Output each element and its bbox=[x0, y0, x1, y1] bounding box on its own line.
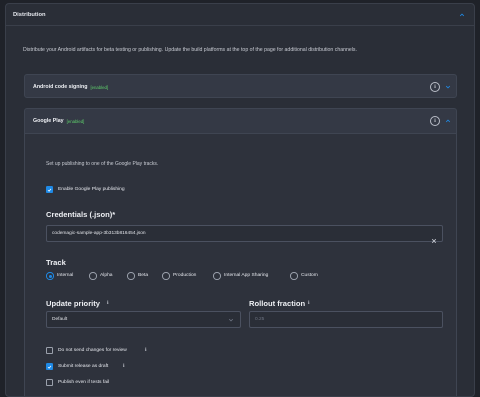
info-icon[interactable]: i bbox=[107, 300, 109, 306]
rollout-fraction-label: Rollout fraction bbox=[249, 299, 306, 308]
google-play-body: Set up publishing to one of the Google P… bbox=[25, 133, 456, 396]
status-badge: [enabled] bbox=[66, 118, 85, 124]
submit-as-draft-checkbox[interactable] bbox=[46, 363, 53, 370]
track-radio-custom[interactable] bbox=[290, 272, 298, 280]
credentials-file-value: codemagic-sample-app-3b313b816454.json bbox=[52, 231, 146, 236]
android-code-signing-header[interactable]: Android code signing [enabled] i bbox=[25, 75, 456, 99]
chevron-down-icon[interactable] bbox=[445, 84, 451, 90]
track-radio-production[interactable] bbox=[162, 272, 170, 280]
track-radio-internal[interactable] bbox=[46, 272, 54, 280]
chevron-up-icon[interactable] bbox=[445, 118, 451, 124]
rollout-fraction-placeholder: 0.25 bbox=[255, 317, 265, 322]
status-badge: [enabled] bbox=[90, 84, 109, 90]
google-play-section: Google Play [enabled] i Set up publishin… bbox=[24, 108, 457, 396]
publish-if-tests-fail-checkbox[interactable] bbox=[46, 379, 53, 386]
check-icon bbox=[47, 365, 52, 369]
android-code-signing-section: Android code signing [enabled] i bbox=[24, 74, 457, 98]
track-option-custom: Custom bbox=[301, 273, 318, 278]
info-icon[interactable]: i bbox=[430, 82, 440, 92]
track-option-internal-app-sharing: Internal App Sharing bbox=[224, 273, 269, 278]
do-not-send-changes-checkbox[interactable] bbox=[46, 347, 53, 354]
info-icon[interactable]: i bbox=[145, 347, 147, 353]
google-play-title: Google Play bbox=[33, 118, 64, 124]
track-option-internal: Internal bbox=[57, 273, 74, 278]
track-radio-alpha[interactable] bbox=[89, 272, 97, 280]
credentials-file-field[interactable]: codemagic-sample-app-3b313b816454.json bbox=[46, 225, 443, 244]
distribution-title: Distribution bbox=[13, 11, 46, 18]
track-label: Track bbox=[46, 258, 66, 267]
track-radio-beta[interactable] bbox=[127, 272, 135, 280]
check-icon bbox=[47, 188, 52, 192]
chevron-up-icon[interactable] bbox=[459, 12, 465, 18]
update-priority-value: Default bbox=[52, 317, 68, 322]
google-play-description: Set up publishing to one of the Google P… bbox=[46, 161, 159, 167]
google-play-header[interactable]: Google Play [enabled] i bbox=[25, 109, 456, 133]
distribution-header[interactable]: Distribution bbox=[6, 4, 474, 26]
track-option-production: Production bbox=[173, 273, 197, 278]
publish-if-tests-fail-label: Publish even if tests fail bbox=[58, 380, 110, 385]
do-not-send-changes-label: Do not send changes for review bbox=[58, 348, 127, 353]
submit-as-draft-label: Submit release as draft bbox=[58, 364, 109, 369]
rollout-fraction-input[interactable]: 0.25 bbox=[249, 311, 443, 328]
track-option-beta: Beta bbox=[138, 273, 149, 278]
info-icon[interactable]: i bbox=[308, 300, 310, 306]
distribution-panel: Distribution Distribute your Android art… bbox=[5, 3, 475, 397]
distribution-intro: Distribute your Android artifacts for be… bbox=[23, 47, 357, 53]
enable-google-play-checkbox[interactable] bbox=[46, 186, 53, 193]
track-option-alpha: Alpha bbox=[100, 273, 113, 278]
info-icon[interactable]: i bbox=[123, 363, 125, 369]
android-code-signing-title: Android code signing bbox=[33, 84, 88, 90]
info-icon[interactable]: i bbox=[430, 116, 440, 126]
update-priority-label: Update priority bbox=[46, 299, 101, 308]
credentials-label: Credentials (.json)* bbox=[46, 210, 116, 219]
track-radio-internal-app-sharing[interactable] bbox=[213, 272, 221, 280]
enable-google-play-label: Enable Google Play publishing bbox=[58, 187, 125, 192]
chevron-down-icon bbox=[228, 317, 234, 323]
update-priority-select[interactable]: Default bbox=[46, 311, 241, 328]
close-icon[interactable] bbox=[431, 231, 437, 244]
